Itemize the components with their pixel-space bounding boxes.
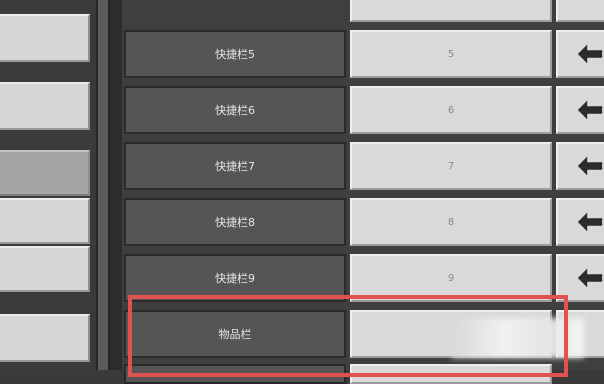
keybind-label: 快捷栏5: [124, 30, 346, 78]
reset-button[interactable]: [556, 0, 604, 22]
reset-button[interactable]: [556, 254, 604, 302]
keybind-label: 快捷栏6: [124, 86, 346, 134]
category-button[interactable]: [0, 314, 90, 362]
panel-divider: [110, 0, 122, 370]
undo-arrow-icon: [577, 268, 603, 288]
reset-button[interactable]: [556, 30, 604, 78]
undo-arrow-icon: [577, 156, 603, 176]
keybind-label: 快捷栏7: [124, 142, 346, 190]
category-button[interactable]: [0, 82, 90, 130]
keybind-key-button[interactable]: 8: [350, 198, 552, 246]
category-button[interactable]: [0, 198, 90, 244]
keybind-key-button[interactable]: 6: [350, 86, 552, 134]
category-button[interactable]: [0, 14, 90, 62]
keybind-key-button[interactable]: [350, 0, 552, 22]
category-button[interactable]: [0, 246, 90, 292]
blurred-watermark: [452, 318, 584, 358]
keybind-label: [124, 364, 346, 384]
category-panel: [0, 0, 92, 370]
undo-arrow-icon: [577, 44, 603, 64]
undo-arrow-icon: [577, 212, 603, 232]
undo-arrow-icon: [577, 100, 603, 120]
category-button-selected[interactable]: [0, 150, 90, 196]
reset-button[interactable]: [556, 142, 604, 190]
reset-button[interactable]: [556, 198, 604, 246]
keybind-key-button[interactable]: 7: [350, 142, 552, 190]
keybind-label: 快捷栏8: [124, 198, 346, 246]
keybind-label: 快捷栏9: [124, 254, 346, 302]
keybind-label: 物品栏: [124, 310, 346, 358]
reset-button[interactable]: [556, 86, 604, 134]
keybind-key-button[interactable]: [350, 364, 552, 384]
scrollbar[interactable]: [96, 0, 110, 370]
keybind-key-button[interactable]: 5: [350, 30, 552, 78]
keybind-key-button[interactable]: 9: [350, 254, 552, 302]
